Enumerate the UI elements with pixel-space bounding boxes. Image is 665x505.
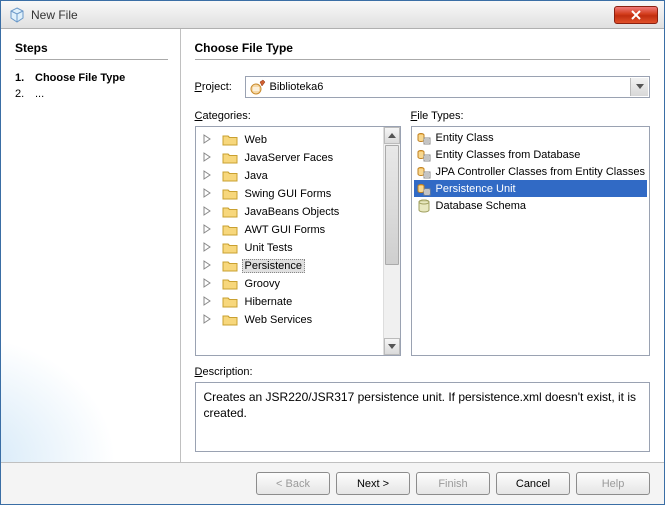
button-bar: < Back Next > Finish Cancel Help xyxy=(1,462,664,504)
folder-icon xyxy=(222,312,238,328)
tree-expand-icon[interactable] xyxy=(202,170,214,182)
category-label: Web xyxy=(242,133,270,147)
filetype-label: Persistence Unit xyxy=(436,183,516,195)
filetype-item[interactable]: Entity Class xyxy=(414,129,647,146)
filetype-label: JPA Controller Classes from Entity Class… xyxy=(436,166,645,178)
project-combo[interactable]: Biblioteka6 xyxy=(245,76,650,98)
category-label: Swing GUI Forms xyxy=(242,187,335,201)
window-title: New File xyxy=(31,8,614,22)
filetypes-label: File Types: xyxy=(411,110,650,122)
main-container: Steps 1.Choose File Type2.... Choose Fil… xyxy=(1,29,664,462)
back-button[interactable]: < Back xyxy=(256,472,330,495)
filetype-icon xyxy=(416,198,432,214)
folder-icon xyxy=(222,222,238,238)
category-item[interactable]: Java xyxy=(196,167,382,185)
project-icon xyxy=(250,79,266,95)
next-button[interactable]: Next > xyxy=(336,472,410,495)
scroll-down-button[interactable] xyxy=(384,338,400,355)
folder-icon xyxy=(222,294,238,310)
wizard-content: Choose File Type Project: Biblioteka6 xyxy=(181,29,664,462)
category-label: Java xyxy=(242,169,271,183)
category-item[interactable]: Persistence xyxy=(196,257,382,275)
category-item[interactable]: Hibernate xyxy=(196,293,382,311)
titlebar: New File xyxy=(1,1,664,29)
scroll-up-button[interactable] xyxy=(384,127,400,144)
filetype-item[interactable]: Entity Classes from Database xyxy=(414,146,647,163)
tree-expand-icon[interactable] xyxy=(202,188,214,200)
folder-icon xyxy=(222,150,238,166)
categories-label: Categories: xyxy=(195,110,401,122)
dropdown-arrow-icon[interactable] xyxy=(630,78,648,96)
category-label: AWT GUI Forms xyxy=(242,223,329,237)
filetype-item[interactable]: Database Schema xyxy=(414,197,647,214)
step-item: 2.... xyxy=(15,86,168,102)
scroll-thumb[interactable] xyxy=(385,145,399,265)
help-button[interactable]: Help xyxy=(576,472,650,495)
categories-col: Categories: Web JavaServer Faces Java Swing… xyxy=(195,110,401,356)
filetype-icon xyxy=(416,164,432,180)
steps-list: 1.Choose File Type2.... xyxy=(15,70,168,102)
tree-expand-icon[interactable] xyxy=(202,134,214,146)
category-label: Persistence xyxy=(242,259,305,273)
step-item: 1.Choose File Type xyxy=(15,70,168,86)
window-close-button[interactable] xyxy=(614,6,658,24)
tree-expand-icon[interactable] xyxy=(202,314,214,326)
folder-icon xyxy=(222,168,238,184)
finish-button[interactable]: Finish xyxy=(416,472,490,495)
cancel-button[interactable]: Cancel xyxy=(496,472,570,495)
category-item[interactable]: Groovy xyxy=(196,275,382,293)
category-label: JavaServer Faces xyxy=(242,151,337,165)
category-item[interactable]: JavaBeans Objects xyxy=(196,203,382,221)
tree-expand-icon[interactable] xyxy=(202,278,214,290)
project-label: Project: xyxy=(195,81,245,93)
steps-header: Steps xyxy=(15,41,168,60)
category-label: Groovy xyxy=(242,277,283,291)
category-item[interactable]: Web Services xyxy=(196,311,382,329)
filetype-icon xyxy=(416,130,432,146)
categories-scrollbar[interactable] xyxy=(383,127,400,355)
app-icon xyxy=(9,7,25,23)
filetype-label: Entity Classes from Database xyxy=(436,149,581,161)
filetype-item[interactable]: JPA Controller Classes from Entity Class… xyxy=(414,163,647,180)
category-item[interactable]: Web xyxy=(196,131,382,149)
filetype-item[interactable]: Persistence Unit xyxy=(414,180,647,197)
filetypes-list[interactable]: Entity Class Entity Classes from Database… xyxy=(411,126,650,356)
filetype-label: Entity Class xyxy=(436,132,494,144)
category-label: Web Services xyxy=(242,313,316,327)
folder-icon xyxy=(222,276,238,292)
project-value: Biblioteka6 xyxy=(270,81,324,93)
category-item[interactable]: Swing GUI Forms xyxy=(196,185,382,203)
filetypes-col: File Types: Entity Class Entity Classes f… xyxy=(411,110,650,356)
content-header: Choose File Type xyxy=(195,41,650,60)
steps-panel: Steps 1.Choose File Type2.... xyxy=(1,29,181,462)
category-label: Hibernate xyxy=(242,295,296,309)
filetype-icon xyxy=(416,147,432,163)
tree-expand-icon[interactable] xyxy=(202,296,214,308)
description-label: Description: xyxy=(195,366,650,378)
category-item[interactable]: Unit Tests xyxy=(196,239,382,257)
folder-icon xyxy=(222,204,238,220)
category-item[interactable]: JavaServer Faces xyxy=(196,149,382,167)
folder-icon xyxy=(222,240,238,256)
filetype-label: Database Schema xyxy=(436,200,527,212)
folder-icon xyxy=(222,186,238,202)
categories-tree[interactable]: Web JavaServer Faces Java Swing GUI Forms Ja… xyxy=(195,126,401,356)
tree-expand-icon[interactable] xyxy=(202,206,214,218)
category-label: JavaBeans Objects xyxy=(242,205,343,219)
project-row: Project: Biblioteka6 xyxy=(195,76,650,98)
category-label: Unit Tests xyxy=(242,241,296,255)
lists-row: Categories: Web JavaServer Faces Java Swing… xyxy=(195,110,650,356)
folder-icon xyxy=(222,132,238,148)
tree-expand-icon[interactable] xyxy=(202,224,214,236)
folder-icon xyxy=(222,258,238,274)
category-item[interactable]: AWT GUI Forms xyxy=(196,221,382,239)
tree-expand-icon[interactable] xyxy=(202,152,214,164)
tree-expand-icon[interactable] xyxy=(202,242,214,254)
tree-expand-icon[interactable] xyxy=(202,260,214,272)
description-box: Creates an JSR220/JSR317 persistence uni… xyxy=(195,382,650,452)
filetype-icon xyxy=(416,181,432,197)
